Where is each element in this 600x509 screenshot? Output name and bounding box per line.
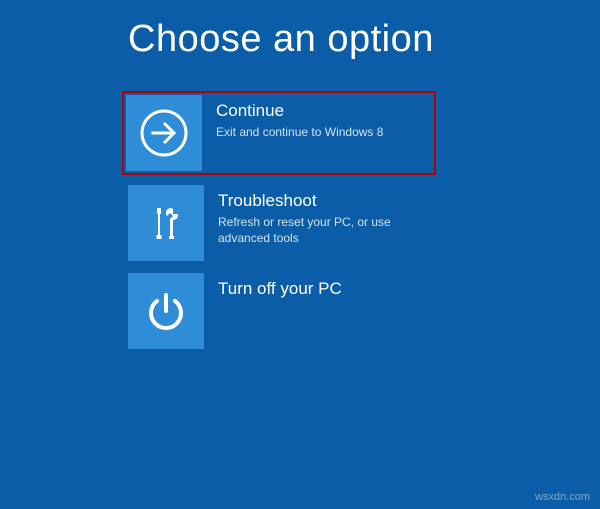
watermark: wsxdn.com (535, 491, 590, 503)
option-description: Exit and continue to Windows 8 (216, 124, 416, 140)
option-text: Turn off your PC (204, 273, 438, 302)
page-title: Choose an option (128, 18, 600, 61)
option-title: Turn off your PC (218, 279, 438, 299)
option-troubleshoot[interactable]: Troubleshoot Refresh or reset your PC, o… (128, 185, 438, 261)
option-text: Troubleshoot Refresh or reset your PC, o… (204, 185, 438, 246)
option-title: Troubleshoot (218, 191, 438, 211)
options-list: Continue Exit and continue to Windows 8 (128, 97, 600, 349)
arrow-right-icon (126, 95, 202, 171)
boot-options-screen: Choose an option Continue Exit and conti… (0, 0, 600, 349)
option-text: Continue Exit and continue to Windows 8 (202, 95, 432, 140)
power-icon (128, 273, 204, 349)
option-description: Refresh or reset your PC, or use advance… (218, 214, 418, 246)
option-continue[interactable]: Continue Exit and continue to Windows 8 (124, 93, 434, 173)
tools-icon (128, 185, 204, 261)
option-title: Continue (216, 101, 432, 121)
option-power-off[interactable]: Turn off your PC (128, 273, 438, 349)
